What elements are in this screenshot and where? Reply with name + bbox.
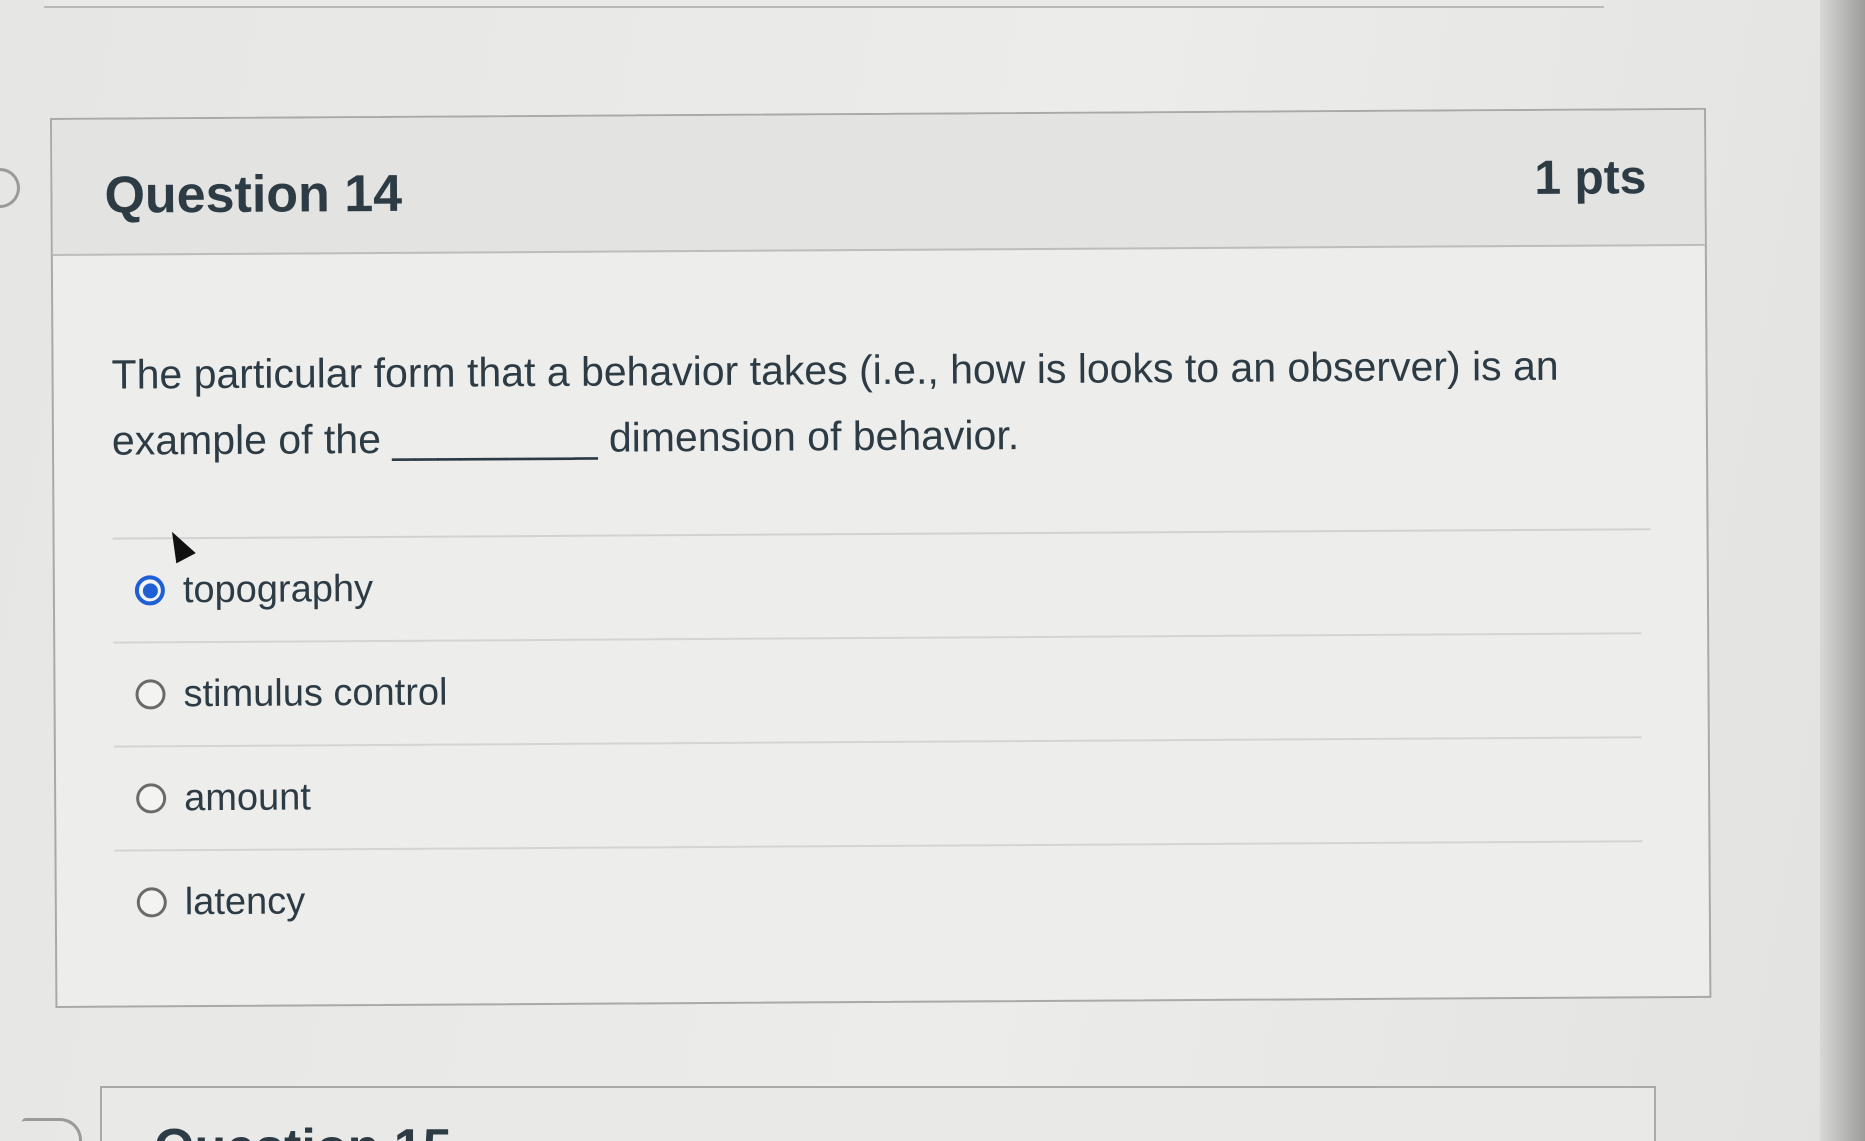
answer-list: topography stimulus control amount laten… (112, 528, 1654, 954)
question-title: Question 14 (104, 164, 403, 225)
answer-option-latency[interactable]: latency (114, 842, 1643, 953)
radio-selected-icon[interactable] (134, 575, 165, 606)
answer-option-topography[interactable]: topography (112, 530, 1642, 644)
answer-option-stimulus-control[interactable]: stimulus control (113, 634, 1642, 748)
answer-option-amount[interactable]: amount (113, 738, 1643, 852)
radio-unselected-icon[interactable] (136, 887, 167, 918)
question-text: The particular form that a behavior take… (111, 342, 1559, 464)
screen-edge (1820, 0, 1865, 1141)
question-header: Question 14 1 pts (52, 109, 1705, 256)
answer-label: stimulus control (183, 671, 448, 715)
answer-label: amount (184, 775, 312, 819)
bookmark-flag-icon[interactable] (0, 168, 20, 208)
next-question-title: Question 15 (154, 1118, 452, 1141)
next-question-card: Question 15 (100, 1086, 1656, 1141)
radio-unselected-icon[interactable] (135, 679, 166, 710)
previous-question-card-edge (44, 0, 1604, 8)
quiz-page: Question 14 1 pts The particular form th… (0, 0, 1865, 1141)
bookmark-flag-icon[interactable] (22, 1118, 82, 1141)
answer-label: latency (184, 879, 306, 923)
question-points: 1 pts (1534, 151, 1647, 205)
question-card: Question 14 1 pts The particular form th… (50, 107, 1712, 1008)
answer-label: topography (182, 567, 374, 611)
question-body: The particular form that a behavior take… (53, 246, 1709, 954)
radio-unselected-icon[interactable] (136, 783, 167, 814)
